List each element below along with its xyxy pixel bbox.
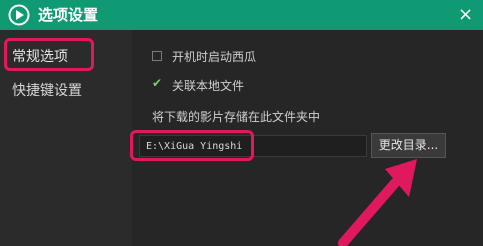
play-logo-icon — [8, 4, 30, 26]
check-icon[interactable]: ✔ — [152, 77, 164, 89]
save-location-label: 将下载的影片存储在此文件夹中 — [152, 110, 321, 124]
sidebar: 常规选项 快捷键设置 — [0, 30, 132, 246]
startup-checkbox[interactable] — [152, 51, 162, 61]
associate-label: 关联本地文件 — [172, 79, 245, 93]
save-path-input[interactable] — [139, 135, 367, 157]
title-bar: 选项设置 × — [0, 0, 483, 30]
window-title: 选项设置 — [38, 6, 99, 24]
sidebar-item-general[interactable]: 常规选项 — [0, 42, 132, 72]
close-icon[interactable]: × — [448, 0, 483, 30]
change-directory-button[interactable]: 更改目录... — [371, 133, 446, 158]
sidebar-item-shortcuts[interactable]: 快捷键设置 — [0, 76, 132, 106]
startup-label: 开机时启动西瓜 — [172, 50, 257, 64]
